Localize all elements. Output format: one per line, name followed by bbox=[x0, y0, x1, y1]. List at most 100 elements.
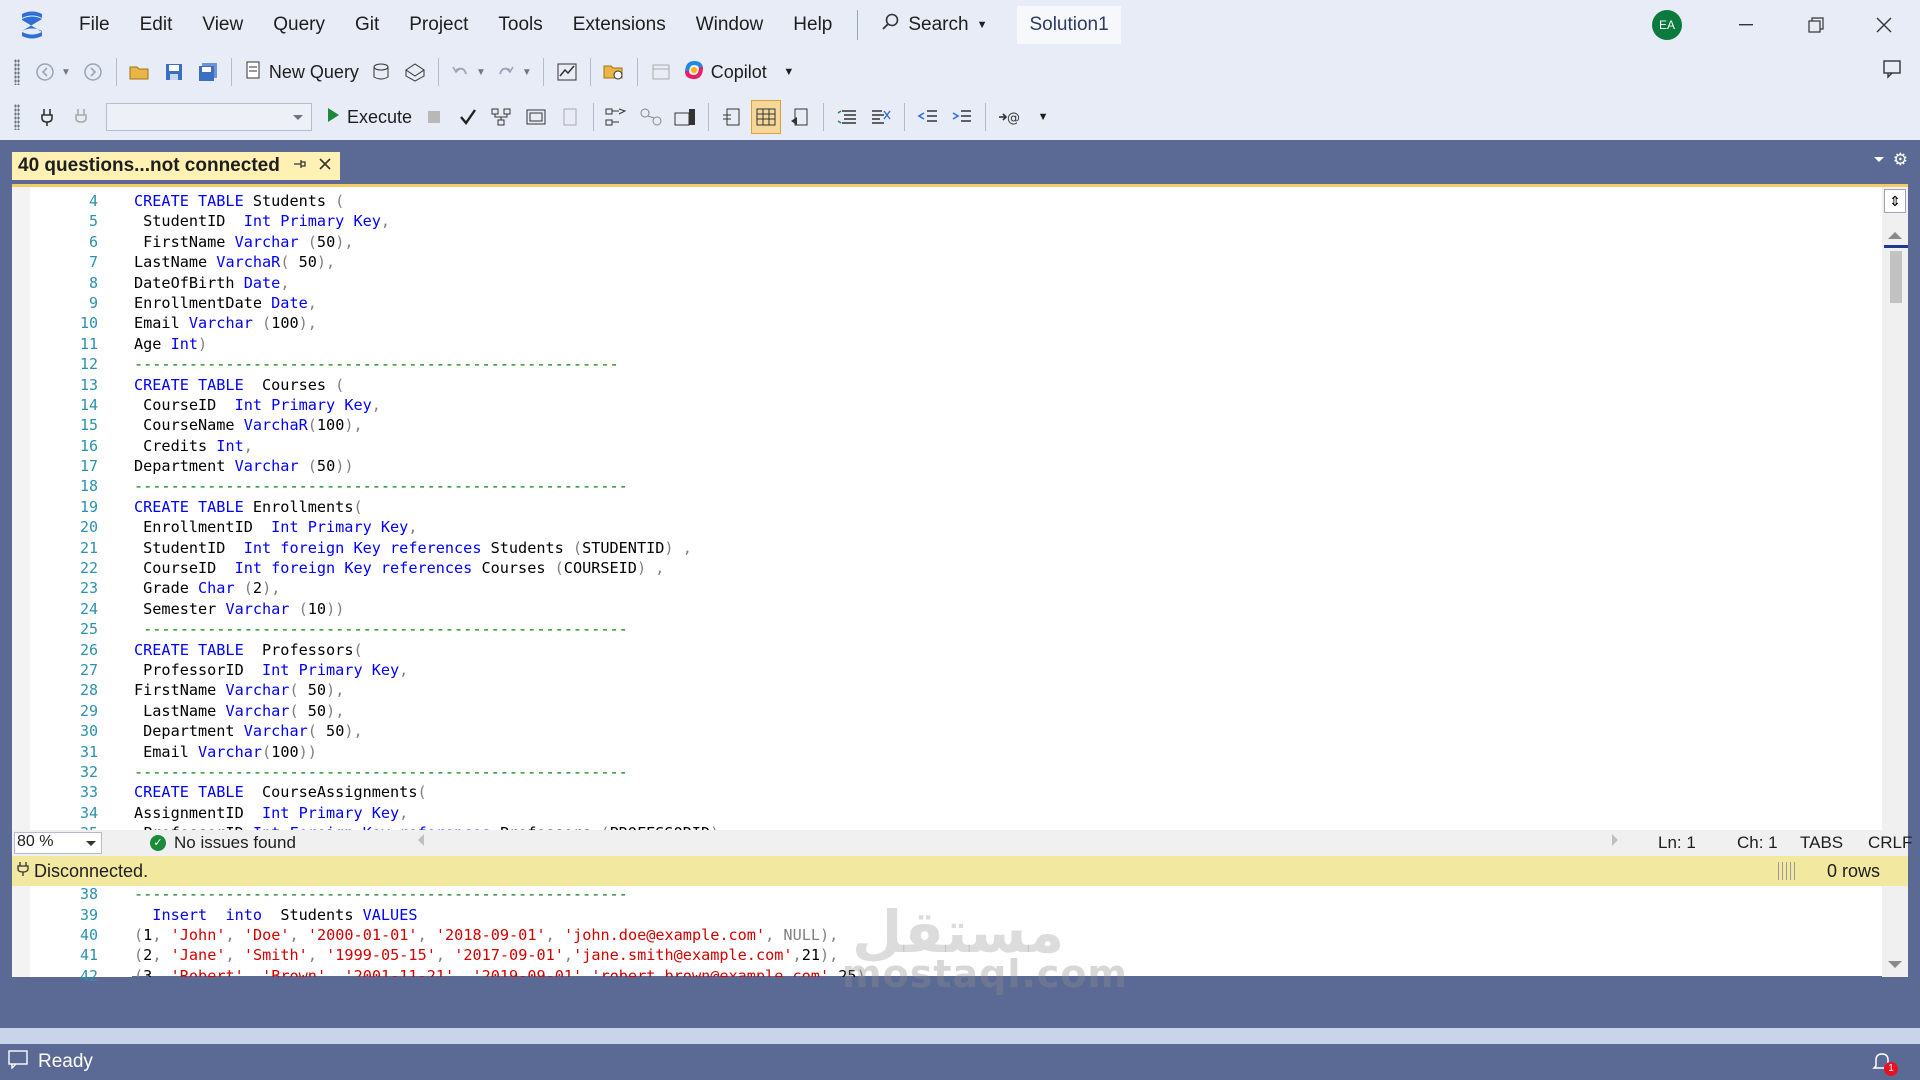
tab-list-dropdown-icon[interactable] bbox=[1874, 157, 1884, 167]
issues-indicator[interactable]: ✓ No issues found bbox=[150, 833, 296, 853]
increase-indent-icon[interactable] bbox=[947, 100, 977, 134]
intellisense-icon[interactable] bbox=[555, 100, 585, 134]
menu-window[interactable]: Window bbox=[681, 0, 779, 50]
results-to-grid-icon[interactable] bbox=[751, 100, 782, 134]
code-line[interactable]: ----------------------------------------… bbox=[134, 619, 1884, 639]
code-line[interactable]: FirstName Varchar (50), bbox=[134, 232, 1884, 252]
line-ending[interactable]: CRLF bbox=[1868, 830, 1912, 856]
save-all-icon[interactable] bbox=[193, 55, 223, 89]
toolbar-grip[interactable] bbox=[14, 59, 20, 85]
notification-bell-icon[interactable]: 1 bbox=[1870, 1050, 1898, 1076]
open-file-icon[interactable] bbox=[125, 55, 155, 89]
search-button[interactable]: Search ▼ bbox=[868, 12, 999, 38]
execute-button[interactable]: Execute bbox=[322, 100, 415, 134]
avatar[interactable]: EA bbox=[1652, 10, 1682, 40]
code-line[interactable]: Credits Int, bbox=[134, 436, 1884, 456]
database-query-icon[interactable] bbox=[366, 55, 396, 89]
code-line[interactable]: ----------------------------------------… bbox=[134, 354, 1884, 374]
include-actual-plan-icon[interactable] bbox=[602, 100, 632, 134]
code-line[interactable]: CREATE TABLE CourseAssignments( bbox=[134, 782, 1884, 802]
code-line[interactable]: Grade Char (2), bbox=[134, 578, 1884, 598]
restore-button[interactable] bbox=[1782, 0, 1850, 50]
app-logo-icon[interactable] bbox=[0, 0, 64, 50]
hscroll-right-icon[interactable] bbox=[1612, 834, 1624, 846]
display-estimated-plan-icon[interactable] bbox=[487, 100, 517, 134]
code-line[interactable]: AssignmentID Int Primary Key, bbox=[134, 803, 1884, 823]
settings-gear-icon[interactable]: ⚙ bbox=[1893, 150, 1908, 170]
code-line[interactable]: ----------------------------------------… bbox=[134, 762, 1884, 782]
close-button[interactable] bbox=[1850, 0, 1918, 50]
code-line[interactable]: LastName Varchar( 50), bbox=[134, 701, 1884, 721]
code-line[interactable]: CREATE TABLE Enrollments( bbox=[134, 497, 1884, 517]
menu-extensions[interactable]: Extensions bbox=[558, 0, 681, 50]
code-line[interactable]: EnrollmentID Int Primary Key, bbox=[134, 517, 1884, 537]
activity-monitor-icon[interactable] bbox=[552, 55, 582, 89]
navigate-back-icon[interactable]: ▼ bbox=[32, 55, 74, 89]
copilot-button[interactable]: Copilot bbox=[680, 55, 770, 89]
parse-check-icon[interactable] bbox=[453, 100, 483, 134]
navigate-forward-icon[interactable] bbox=[78, 55, 108, 89]
code-line[interactable]: StudentID Int foreign Key references Stu… bbox=[134, 538, 1884, 558]
undo-icon[interactable]: ▼ bbox=[447, 55, 489, 89]
tabs-mode[interactable]: TABS bbox=[1800, 830, 1843, 856]
code-line[interactable]: Semester Varchar (10)) bbox=[134, 599, 1884, 619]
connect-icon[interactable] bbox=[32, 100, 62, 134]
menu-file[interactable]: File bbox=[64, 0, 125, 50]
code-line[interactable]: CourseID Int Primary Key, bbox=[134, 395, 1884, 415]
uncomment-icon[interactable] bbox=[866, 100, 896, 134]
results-to-text-icon[interactable] bbox=[717, 100, 747, 134]
zoom-select[interactable]: 80 % bbox=[14, 832, 102, 854]
pin-icon[interactable] bbox=[292, 155, 306, 177]
output-window-icon[interactable] bbox=[8, 1049, 28, 1075]
scroll-thumb[interactable] bbox=[1890, 251, 1902, 303]
redo-icon[interactable]: ▼ bbox=[493, 55, 535, 89]
analysis-query-icon[interactable] bbox=[400, 55, 430, 89]
solution-name[interactable]: Solution1 bbox=[1017, 6, 1121, 44]
new-query-button[interactable]: New Query bbox=[240, 55, 362, 89]
save-icon[interactable] bbox=[159, 55, 189, 89]
code-line[interactable]: ----------------------------------------… bbox=[134, 476, 1884, 496]
code-line[interactable]: Department Varchar( 50), bbox=[134, 721, 1884, 741]
object-explorer-icon[interactable] bbox=[599, 55, 629, 89]
client-statistics-icon[interactable] bbox=[670, 100, 700, 134]
code-line[interactable]: CourseID Int foreign Key references Cour… bbox=[134, 558, 1884, 578]
code-line[interactable]: ProfessorID Int Primary Key, bbox=[134, 660, 1884, 680]
code-line[interactable]: Department Varchar (50)) bbox=[134, 456, 1884, 476]
decrease-indent-icon[interactable] bbox=[913, 100, 943, 134]
code-line[interactable]: EnrollmentDate Date, bbox=[134, 293, 1884, 313]
toolbar-grip[interactable] bbox=[14, 104, 20, 130]
code-line[interactable]: Email Varchar (100), bbox=[134, 313, 1884, 333]
menu-edit[interactable]: Edit bbox=[125, 0, 188, 50]
menu-project[interactable]: Project bbox=[394, 0, 483, 50]
feedback-icon[interactable] bbox=[1882, 58, 1904, 85]
code-line[interactable]: Email Varchar(100)) bbox=[134, 742, 1884, 762]
close-tab-icon[interactable] bbox=[318, 155, 332, 177]
menu-tools[interactable]: Tools bbox=[483, 0, 557, 50]
code-line[interactable]: CREATE TABLE Professors( bbox=[134, 640, 1884, 660]
menu-view[interactable]: View bbox=[187, 0, 258, 50]
cancel-query-icon[interactable] bbox=[419, 100, 449, 134]
template-explorer-icon[interactable] bbox=[646, 55, 676, 89]
menu-git[interactable]: Git bbox=[340, 0, 394, 50]
code-line[interactable]: FirstName Varchar( 50), bbox=[134, 680, 1884, 700]
document-tab[interactable]: 40 questions...not connected bbox=[12, 152, 340, 180]
minimize-button[interactable] bbox=[1712, 0, 1780, 50]
hscroll-left-icon[interactable] bbox=[412, 834, 424, 846]
results-to-file-icon[interactable] bbox=[785, 100, 815, 134]
comment-out-icon[interactable] bbox=[832, 100, 862, 134]
toolbar-overflow-icon[interactable]: ▼ bbox=[1028, 100, 1058, 134]
code-line[interactable]: Age Int) bbox=[134, 334, 1884, 354]
code-line[interactable]: CourseName VarchaR(100), bbox=[134, 415, 1884, 435]
disconnect-icon[interactable] bbox=[66, 100, 96, 134]
scroll-down-icon[interactable] bbox=[1888, 961, 1902, 975]
code-line[interactable]: CREATE TABLE Students ( bbox=[134, 191, 1884, 211]
scroll-up-icon[interactable] bbox=[1888, 225, 1902, 239]
live-query-stats-icon[interactable] bbox=[636, 100, 666, 134]
code-line[interactable]: DateOfBirth Date, bbox=[134, 273, 1884, 293]
code-line[interactable]: LastName VarchaR( 50), bbox=[134, 252, 1884, 272]
split-editor-icon[interactable]: ⇕ bbox=[1884, 189, 1906, 213]
code-line[interactable]: StudentID Int Primary Key, bbox=[134, 211, 1884, 231]
menu-help[interactable]: Help bbox=[778, 0, 847, 50]
menu-query[interactable]: Query bbox=[258, 0, 340, 50]
code-line[interactable]: CREATE TABLE Courses ( bbox=[134, 375, 1884, 395]
